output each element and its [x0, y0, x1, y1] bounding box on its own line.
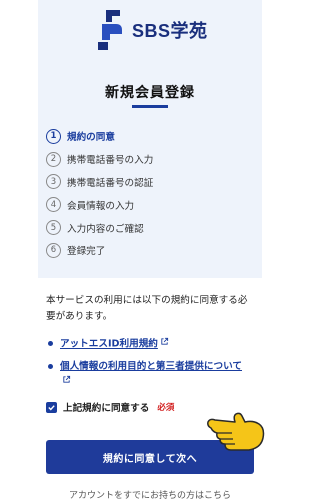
step-label: 会員情報の入力 [67, 200, 135, 212]
agree-checkbox[interactable] [46, 401, 57, 413]
terms-link-id[interactable]: アットエスID利用規約 [60, 339, 158, 350]
list-item: 個人情報の利用目的と第三者提供について [46, 359, 262, 390]
step-number: 2 [46, 151, 61, 167]
step-item: 1 規約の同意 [46, 125, 153, 148]
check-icon [48, 404, 55, 411]
step-item: 5 入力内容のご確認 [46, 216, 153, 239]
agree-label: 上記規約に同意する [63, 403, 150, 414]
terms-links: アットエスID利用規約 個人情報の利用目的と第三者提供について [46, 336, 262, 396]
bullet-icon [48, 363, 53, 369]
terms-link-privacy[interactable]: 個人情報の利用目的と第三者提供について [60, 361, 242, 372]
external-link-icon [62, 374, 71, 389]
logo-mark-icon [98, 10, 122, 50]
step-label: 規約の同意 [67, 132, 115, 144]
step-item: 4 会員情報の入力 [46, 193, 153, 216]
pointing-hand-icon [207, 412, 265, 451]
step-label: 携帯電話番号の入力 [67, 155, 154, 167]
step-item: 6 登録完了 [46, 239, 153, 262]
required-badge: 必須 [157, 403, 175, 413]
page-title: 新規会員登録 [105, 85, 195, 101]
step-number: 5 [46, 220, 61, 236]
registration-steps: 1 規約の同意 2 携帯電話番号の入力 3 携帯電話番号の認証 4 会員情報の入… [46, 125, 153, 262]
title-underline [132, 105, 168, 108]
brand-logo: SBS学苑 [96, 8, 216, 52]
step-number: 3 [46, 174, 61, 190]
step-number: 1 [46, 128, 61, 144]
intro-text: 本サービスの利用には以下の規約に同意する必要があります。 [46, 295, 248, 322]
step-label: 登録完了 [67, 246, 106, 258]
agree-checkbox-row[interactable]: 上記規約に同意する 必須 [46, 400, 174, 414]
step-item: 2 携帯電話番号の入力 [46, 148, 153, 171]
external-link-icon [160, 336, 169, 351]
step-label: 入力内容のご確認 [67, 223, 144, 235]
step-number: 6 [46, 242, 61, 258]
step-item: 3 携帯電話番号の認証 [46, 171, 153, 194]
brand-name: SBS学苑 [132, 21, 208, 41]
step-label: 携帯電話番号の認証 [67, 177, 154, 189]
step-number: 4 [46, 197, 61, 213]
bullet-icon [48, 341, 53, 346]
list-item: アットエスID利用規約 [46, 336, 262, 352]
existing-account-link[interactable]: アカウントをすでにお持ちの方はこちら [0, 488, 300, 500]
